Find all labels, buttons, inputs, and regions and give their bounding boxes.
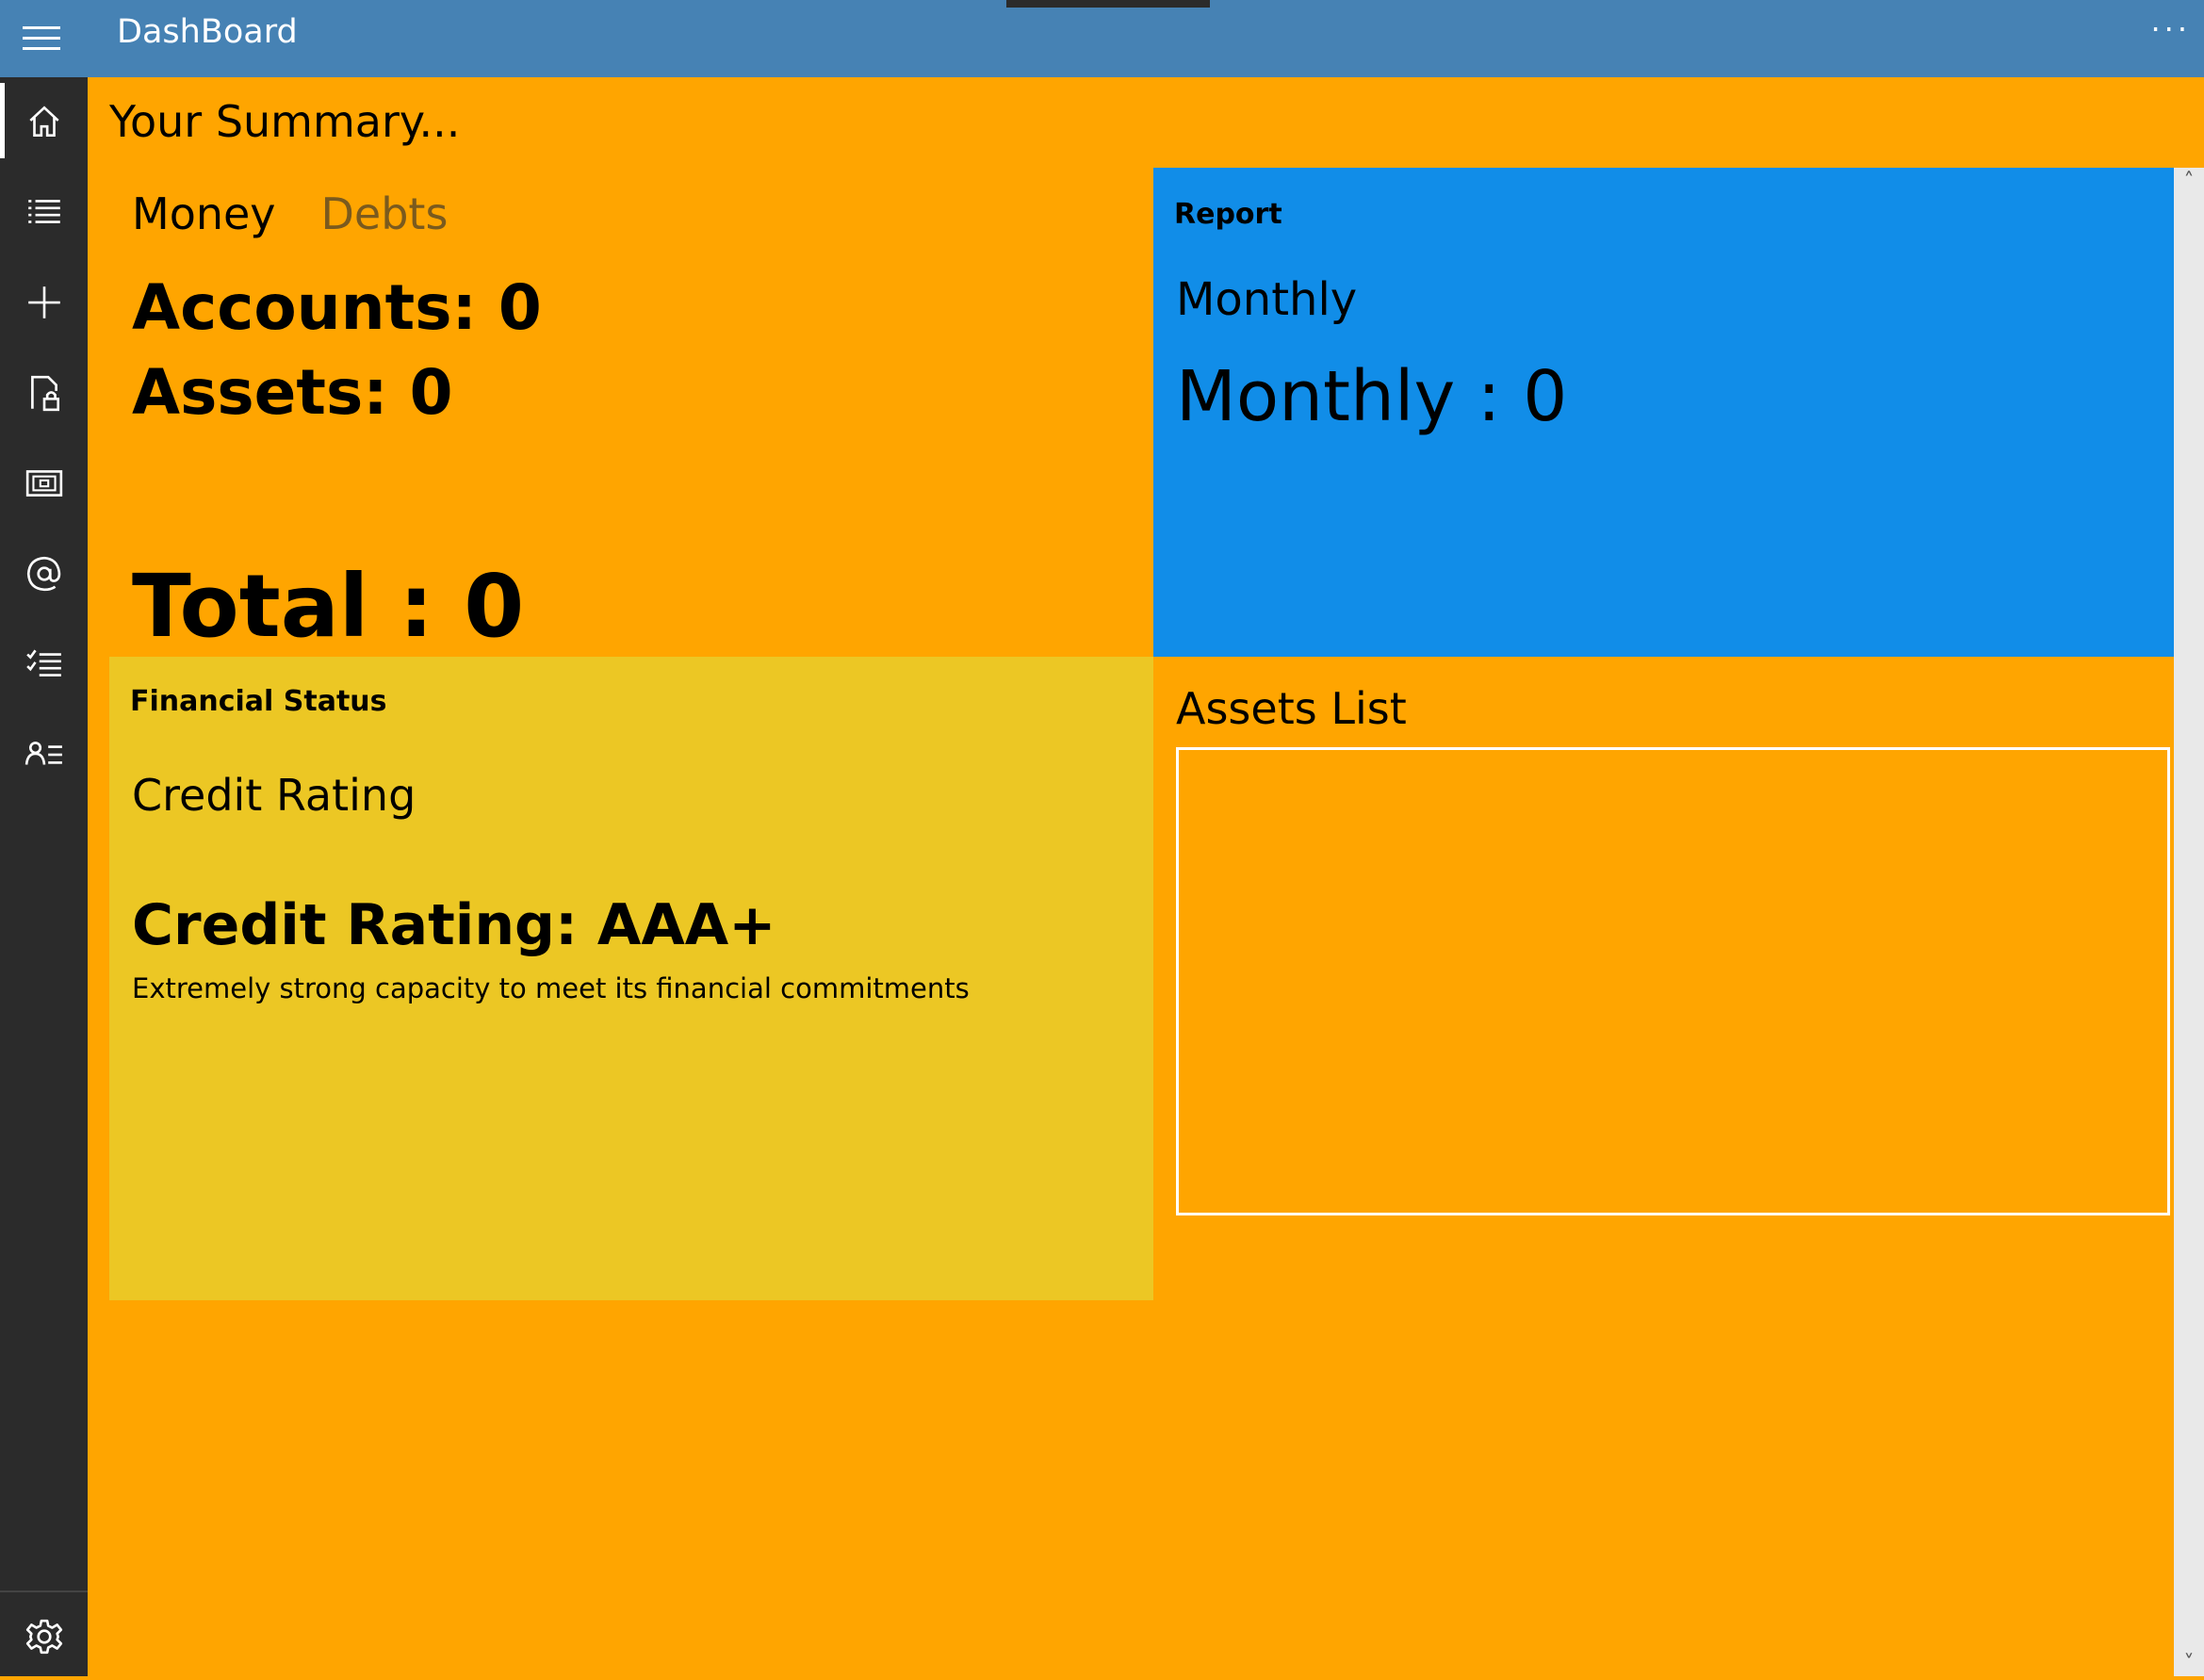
hamburger-menu-button[interactable] xyxy=(0,0,83,77)
report-panel: Report Monthly Monthly : 0 xyxy=(1153,168,2174,657)
nav-item-settings[interactable] xyxy=(0,1592,88,1680)
scroll-down-arrow-icon[interactable]: ˅ xyxy=(2174,1650,2204,1676)
nav-item-checklist[interactable] xyxy=(0,620,88,708)
assets-list-header: Assets List xyxy=(1176,683,1407,734)
accounts-count: Accounts: 0 xyxy=(132,271,542,344)
gear-icon xyxy=(25,1619,62,1654)
tab-debts[interactable]: Debts xyxy=(321,188,449,239)
money-icon xyxy=(25,469,62,497)
financial-status-header: Financial Status xyxy=(130,685,387,718)
money-panel: Money Debts Accounts: 0 Assets: 0 Total … xyxy=(109,168,1153,657)
nav-item-contact[interactable] xyxy=(0,530,88,617)
lock-document-icon xyxy=(30,375,59,411)
nav-item-home[interactable] xyxy=(0,77,88,165)
plus-icon xyxy=(27,285,60,318)
page-title: Your Summary... xyxy=(109,96,461,147)
checklist-icon xyxy=(25,649,61,677)
total-value: Total : 0 xyxy=(132,556,525,657)
nav-item-add[interactable] xyxy=(0,258,88,346)
hamburger-icon xyxy=(23,26,60,50)
nav-item-locked-document[interactable] xyxy=(0,349,88,436)
vertical-scrollbar[interactable]: ˄ ˅ xyxy=(2174,168,2204,1676)
list-icon xyxy=(27,199,60,223)
home-icon xyxy=(28,106,59,137)
money-tabs: Money Debts xyxy=(132,188,448,239)
nav-item-money[interactable] xyxy=(0,439,88,527)
app-title: DashBoard xyxy=(117,13,298,51)
drag-grip[interactable] xyxy=(1006,0,1210,8)
report-header: Report xyxy=(1174,198,1282,231)
person-list-icon xyxy=(24,741,62,765)
main-content: Your Summary... Money Debts Accounts: 0 … xyxy=(88,77,2174,1676)
more-options-button[interactable]: ··· xyxy=(2150,11,2191,47)
credit-rating-label: Credit Rating xyxy=(132,770,416,821)
financial-status-panel: Financial Status Credit Rating Credit Ra… xyxy=(109,657,1153,1300)
report-period: Monthly xyxy=(1176,273,1358,326)
nav-item-list[interactable] xyxy=(0,168,88,255)
at-icon xyxy=(26,556,60,591)
scroll-up-arrow-icon[interactable]: ˄ xyxy=(2174,168,2204,194)
title-bar: DashBoard ··· xyxy=(0,0,2204,77)
nav-item-profile[interactable] xyxy=(0,710,88,798)
tab-money[interactable]: Money xyxy=(132,188,276,239)
nav-rail xyxy=(0,77,88,1676)
assets-list-box[interactable] xyxy=(1176,747,2170,1215)
report-monthly-value: Monthly : 0 xyxy=(1176,356,1568,437)
assets-count: Assets: 0 xyxy=(132,356,453,429)
assets-list-panel: Assets List xyxy=(1153,657,2174,1300)
credit-rating-value: Credit Rating: AAA+ xyxy=(132,892,776,958)
credit-rating-description: Extremely strong capacity to meet its fi… xyxy=(132,972,970,1004)
